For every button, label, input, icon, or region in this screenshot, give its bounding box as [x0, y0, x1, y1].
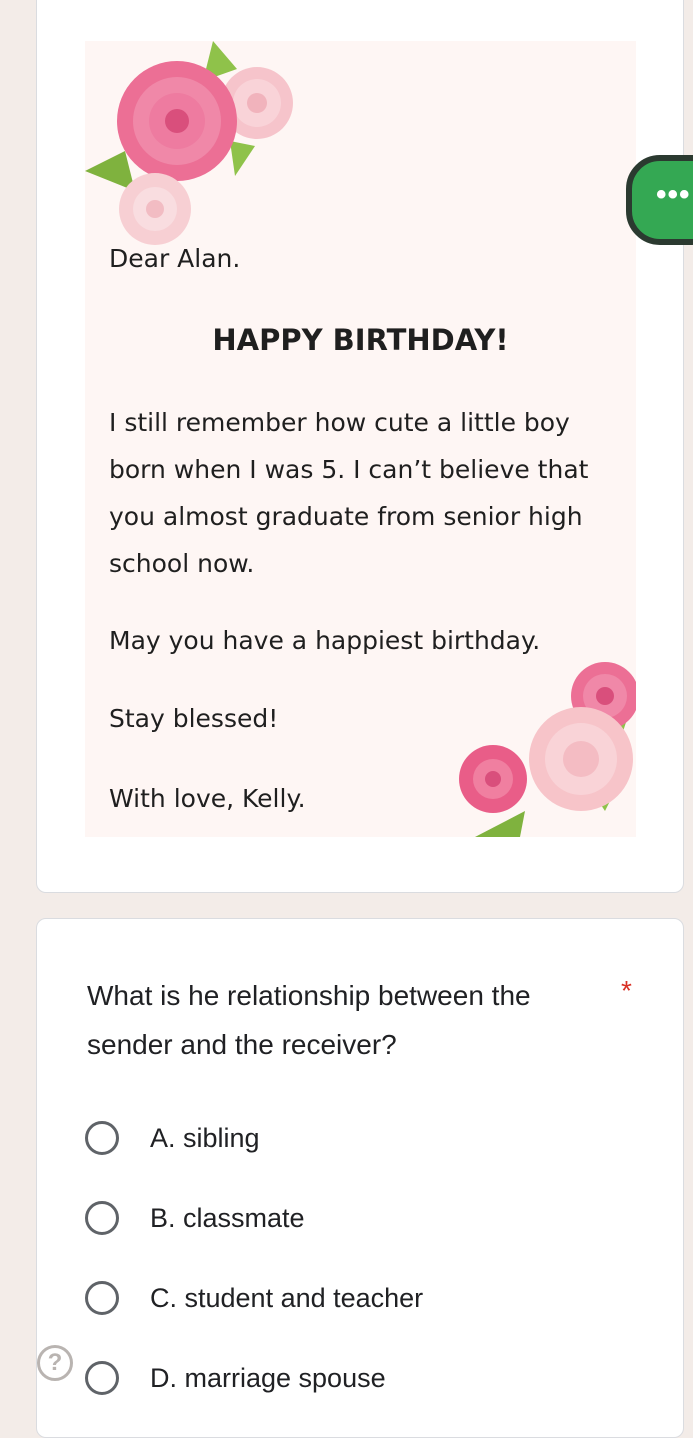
option-label: B. classmate — [150, 1203, 305, 1233]
letter-signoff: With love, Kelly. — [109, 784, 306, 813]
radio-button[interactable] — [85, 1281, 119, 1315]
radio-option-d[interactable]: D. marriage spouse — [85, 1359, 585, 1403]
letter-headline: HAPPY BIRTHDAY! — [212, 323, 509, 357]
birthday-card-image: Dear Alan. HAPPY BIRTHDAY! I still remem… — [85, 41, 636, 837]
radio-option-c[interactable]: C. student and teacher — [85, 1279, 585, 1323]
radio-button[interactable] — [85, 1121, 119, 1155]
question-card: What is he relationship between the send… — [36, 918, 684, 1438]
image-card: Dear Alan. HAPPY BIRTHDAY! I still remem… — [36, 0, 684, 893]
help-icon[interactable]: ? — [37, 1345, 73, 1381]
radio-button[interactable] — [85, 1201, 119, 1235]
letter-greeting: Dear Alan. — [109, 244, 241, 273]
floating-more-button[interactable]: ••• — [626, 155, 693, 245]
roses-top-left-decoration — [85, 41, 293, 245]
letter-blessing: Stay blessed! — [109, 704, 279, 733]
letter-body: I still remember how cute a little boy b… — [109, 408, 589, 578]
roses-bottom-right-decoration — [459, 662, 636, 837]
required-asterisk: * — [621, 975, 632, 1006]
radio-option-a[interactable]: A. sibling — [85, 1119, 585, 1163]
radio-option-b[interactable]: B. classmate — [85, 1199, 585, 1243]
option-label: C. student and teacher — [150, 1283, 424, 1313]
option-label: D. marriage spouse — [150, 1363, 386, 1393]
more-icon: ••• — [656, 178, 691, 211]
radio-button[interactable] — [85, 1361, 119, 1395]
option-label: A. sibling — [150, 1123, 260, 1153]
question-title: What is he relationship between the send… — [87, 980, 531, 1060]
letter-wish: May you have a happiest birthday. — [109, 626, 541, 655]
